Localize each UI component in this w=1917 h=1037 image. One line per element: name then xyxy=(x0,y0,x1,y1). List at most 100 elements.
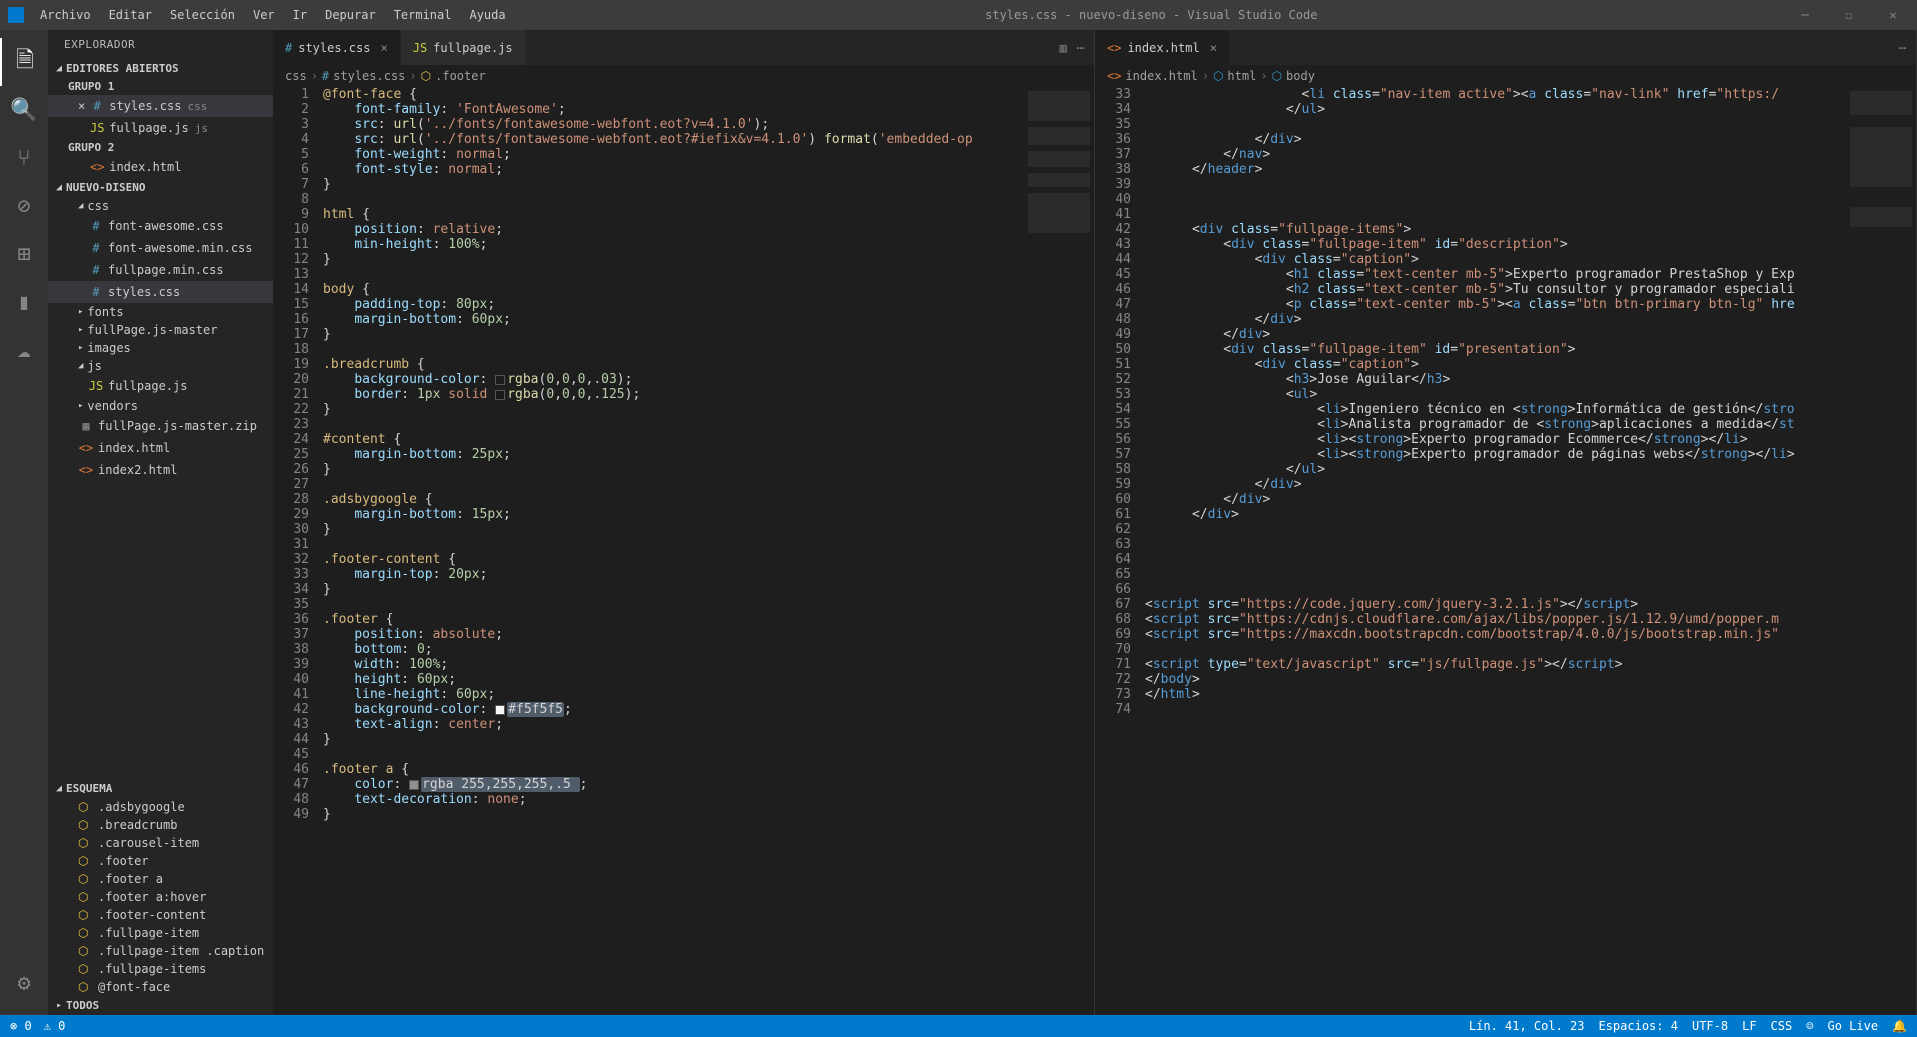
css-icon: # xyxy=(88,241,104,255)
breadcrumb-right[interactable]: <>index.html› ⬡html› ⬡body xyxy=(1095,65,1916,87)
outline-item[interactable]: ⬡.footer a:hover xyxy=(48,888,273,906)
split-editor-icon[interactable]: ▥ xyxy=(1060,41,1067,55)
outline-item[interactable]: ⬡.carousel-item xyxy=(48,834,273,852)
menu-bar: Archivo Editar Selección Ver Ir Depurar … xyxy=(32,4,514,26)
outline-item[interactable]: ⬡.fullpage-items xyxy=(48,960,273,978)
status-cursor[interactable]: Lín. 41, Col. 23 xyxy=(1469,1019,1585,1033)
file-font-awesome-css[interactable]: #font-awesome.css xyxy=(48,215,273,237)
class-icon: ⬡ xyxy=(78,800,92,814)
minimap[interactable] xyxy=(1846,87,1916,1015)
status-lang[interactable]: CSS xyxy=(1771,1019,1793,1033)
status-encoding[interactable]: UTF-8 xyxy=(1692,1019,1728,1033)
class-icon: ⬡ xyxy=(78,926,92,940)
html-icon: <> xyxy=(78,441,94,455)
sidebar-title: EXPLORADOR xyxy=(48,30,273,59)
folder-vendors[interactable]: ▸vendors xyxy=(48,397,273,415)
folder-images[interactable]: ▸images xyxy=(48,339,273,357)
file-zip[interactable]: ▦fullPage.js-master.zip xyxy=(48,415,273,437)
html-icon: <> xyxy=(1107,41,1121,55)
extensions-icon[interactable]: ⊞ xyxy=(0,230,48,278)
settings-icon[interactable]: ⚙ xyxy=(0,959,48,1007)
open-editor-stylescss[interactable]: ×#styles.csscss xyxy=(48,95,273,117)
more-icon[interactable]: ⋯ xyxy=(1077,41,1084,55)
menu-terminal[interactable]: Terminal xyxy=(386,4,460,26)
menu-depurar[interactable]: Depurar xyxy=(317,4,384,26)
minimap[interactable] xyxy=(1024,87,1094,1015)
css-icon: # xyxy=(89,99,105,113)
outline-item[interactable]: ⬡.fullpage-item .caption xyxy=(48,942,273,960)
tab-styles-css[interactable]: #styles.css× xyxy=(273,30,401,65)
close-icon[interactable]: × xyxy=(380,41,387,55)
element-icon: ⬡ xyxy=(1213,69,1223,83)
tab-bar-left: #styles.css× JSfullpage.js ▥ ⋯ xyxy=(273,30,1094,65)
menu-editar[interactable]: Editar xyxy=(101,4,160,26)
todos-header[interactable]: ▸TODOS xyxy=(48,996,273,1015)
group-2[interactable]: GRUPO 2 xyxy=(48,139,273,156)
close-icon[interactable]: ✕ xyxy=(1877,8,1909,22)
editor-area: #styles.css× JSfullpage.js ▥ ⋯ css› #styl… xyxy=(273,30,1917,1015)
file-index2-html[interactable]: <>index2.html xyxy=(48,459,273,481)
status-indent[interactable]: Espacios: 4 xyxy=(1598,1019,1677,1033)
explorer-icon[interactable]: 🗎 xyxy=(0,38,48,86)
js-icon: JS xyxy=(413,41,427,55)
vscode-logo-icon xyxy=(8,7,24,23)
file-fullpage-min-css[interactable]: #fullpage.min.css xyxy=(48,259,273,281)
group-1[interactable]: GRUPO 1 xyxy=(48,78,273,95)
menu-ayuda[interactable]: Ayuda xyxy=(461,4,513,26)
breadcrumb-left[interactable]: css› #styles.css› ⬡.footer xyxy=(273,65,1094,87)
html-icon: <> xyxy=(89,160,105,174)
status-eol[interactable]: LF xyxy=(1742,1019,1756,1033)
outline-item[interactable]: ⬡.adsbygoogle xyxy=(48,798,273,816)
open-editor-fullpagejs[interactable]: ×JSfullpage.jsjs xyxy=(48,117,273,139)
close-icon[interactable]: × xyxy=(78,99,85,113)
status-golive[interactable]: Go Live xyxy=(1827,1019,1878,1033)
class-icon: ⬡ xyxy=(78,872,92,886)
css-icon: # xyxy=(88,285,104,299)
zip-icon: ▦ xyxy=(78,419,94,433)
status-warnings[interactable]: ⚠ 0 xyxy=(44,1019,66,1033)
close-icon[interactable]: × xyxy=(1210,41,1217,55)
source-control-icon[interactable]: ⑂ xyxy=(0,134,48,182)
folder-css[interactable]: ◢css xyxy=(48,197,273,215)
outline-item[interactable]: ⬡.footer xyxy=(48,852,273,870)
code-editor-right[interactable]: 3334353637383940414243444546474849505152… xyxy=(1095,87,1916,1015)
html-icon: <> xyxy=(1107,69,1121,83)
outline-header[interactable]: ◢ESQUEMA xyxy=(48,779,273,798)
tab-index-html[interactable]: <>index.html× xyxy=(1095,30,1230,65)
file-styles-css[interactable]: #styles.css xyxy=(48,281,273,303)
open-editors-header[interactable]: ◢EDITORES ABIERTOS xyxy=(48,59,273,78)
project-header[interactable]: ◢NUEVO-DISENO xyxy=(48,178,273,197)
status-bell-icon[interactable]: 🔔 xyxy=(1892,1019,1907,1033)
remote-icon[interactable]: ☁ xyxy=(0,326,48,374)
status-feedback-icon[interactable]: ☺ xyxy=(1806,1019,1813,1033)
outline-item[interactable]: ⬡@font-face xyxy=(48,978,273,996)
css-icon: # xyxy=(285,41,292,55)
status-errors[interactable]: ⊗ 0 xyxy=(10,1019,32,1033)
css-icon: # xyxy=(88,263,104,277)
menu-ver[interactable]: Ver xyxy=(245,4,283,26)
folder-fonts[interactable]: ▸fonts xyxy=(48,303,273,321)
outline-item[interactable]: ⬡.fullpage-item xyxy=(48,924,273,942)
menu-ir[interactable]: Ir xyxy=(285,4,315,26)
folder-fullpagejs-master[interactable]: ▸fullPage.js-master xyxy=(48,321,273,339)
open-editor-indexhtml[interactable]: ×<>index.html xyxy=(48,156,273,178)
folder-js[interactable]: ◢js xyxy=(48,357,273,375)
more-icon[interactable]: ⋯ xyxy=(1899,41,1906,55)
code-editor-left[interactable]: 1234567891011121314151617181920212223242… xyxy=(273,87,1094,1015)
bookmark-icon[interactable]: ▮ xyxy=(0,278,48,326)
maximize-icon[interactable]: ☐ xyxy=(1833,8,1865,22)
file-fullpage-js[interactable]: JSfullpage.js xyxy=(48,375,273,397)
tab-fullpage-js[interactable]: JSfullpage.js xyxy=(401,30,526,65)
menu-archivo[interactable]: Archivo xyxy=(32,4,99,26)
outline-item[interactable]: ⬡.footer a xyxy=(48,870,273,888)
file-font-awesome-min-css[interactable]: #font-awesome.min.css xyxy=(48,237,273,259)
outline-item[interactable]: ⬡.breadcrumb xyxy=(48,816,273,834)
search-icon[interactable]: 🔍 xyxy=(0,86,48,134)
editor-left: #styles.css× JSfullpage.js ▥ ⋯ css› #styl… xyxy=(273,30,1095,1015)
minimize-icon[interactable]: ─ xyxy=(1789,8,1821,22)
file-index-html[interactable]: <>index.html xyxy=(48,437,273,459)
outline-item[interactable]: ⬡.footer-content xyxy=(48,906,273,924)
debug-icon[interactable]: ⊘ xyxy=(0,182,48,230)
css-icon: # xyxy=(322,69,329,83)
menu-seleccion[interactable]: Selección xyxy=(162,4,243,26)
